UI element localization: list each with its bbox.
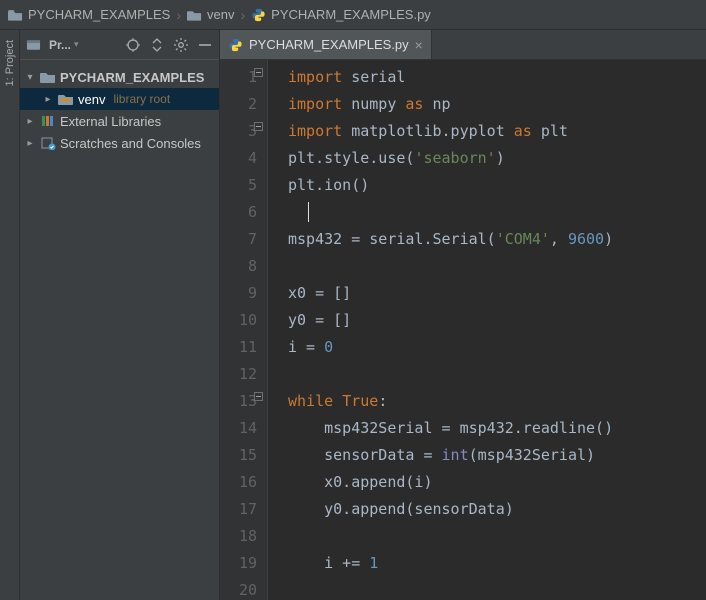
code-line xyxy=(288,523,706,550)
project-icon xyxy=(26,38,41,52)
line-number: 6 xyxy=(220,199,257,226)
code-line: import matplotlib.pyplot as plt xyxy=(288,118,706,145)
line-number: 10 xyxy=(220,307,257,334)
editor-tab-active[interactable]: PYCHARM_EXAMPLES.py × xyxy=(220,30,432,59)
line-number: 19 xyxy=(220,550,257,577)
breadcrumb-file[interactable]: PYCHARM_EXAMPLES.py xyxy=(251,7,431,22)
line-number: 15 xyxy=(220,442,257,469)
breadcrumb-file-label: PYCHARM_EXAMPLES.py xyxy=(271,7,431,22)
code-line: msp432 = serial.Serial('COM4', 9600) xyxy=(288,226,706,253)
code-line: y0.append(sensorData) xyxy=(288,496,706,523)
line-number: 9 xyxy=(220,280,257,307)
code-line: x0.append(i) xyxy=(288,469,706,496)
project-view-title: Pr... xyxy=(49,38,71,52)
breadcrumb-bar: PYCHARM_EXAMPLES › venv › PYCHARM_EXAMPL… xyxy=(0,0,706,30)
locate-icon[interactable] xyxy=(125,37,141,53)
tree-scratches-label: Scratches and Consoles xyxy=(60,136,201,151)
expand-arrow-icon[interactable]: ▸ xyxy=(24,138,36,149)
folder-icon xyxy=(187,8,202,22)
tree-venv-hint: library root xyxy=(113,92,170,106)
python-file-icon xyxy=(251,8,266,22)
code-line: plt.style.use('seaborn') xyxy=(288,145,706,172)
line-number: 14 xyxy=(220,415,257,442)
scratches-icon xyxy=(40,136,56,150)
project-panel-toolbar: Pr... ▾ xyxy=(20,30,219,60)
tree-root[interactable]: ▾ PYCHARM_EXAMPLES xyxy=(20,66,219,88)
expand-all-icon[interactable] xyxy=(149,37,165,53)
code-line: x0 = [] xyxy=(288,280,706,307)
breadcrumb-folder[interactable]: venv xyxy=(187,7,234,22)
breadcrumb-root-label: PYCHARM_EXAMPLES xyxy=(28,7,170,22)
code-line: i += 1 xyxy=(288,550,706,577)
project-view-selector[interactable]: Pr... ▾ xyxy=(49,38,79,52)
line-number: 5 xyxy=(220,172,257,199)
code-line: msp432Serial = msp432.readline() xyxy=(288,415,706,442)
editor-body[interactable]: 1 2 3 4 5 6 7 8 9 10 11 12 13 14 15 16 1 xyxy=(220,60,706,600)
line-number: 7 xyxy=(220,226,257,253)
line-number: 16 xyxy=(220,469,257,496)
text-cursor xyxy=(308,202,309,222)
chevron-down-icon: ▾ xyxy=(74,39,79,50)
code-line xyxy=(288,577,706,600)
line-number-gutter: 1 2 3 4 5 6 7 8 9 10 11 12 13 14 15 16 1 xyxy=(220,60,268,600)
code-line: import numpy as np xyxy=(288,91,706,118)
line-number: 3 xyxy=(220,118,257,145)
expand-arrow-icon[interactable]: ▸ xyxy=(24,116,36,127)
code-line: y0 = [] xyxy=(288,307,706,334)
tree-root-label: PYCHARM_EXAMPLES xyxy=(60,70,204,85)
code-line xyxy=(288,253,706,280)
code-line: import serial xyxy=(288,64,706,91)
tree-external-libs[interactable]: ▸ External Libraries xyxy=(20,110,219,132)
editor-tabs: PYCHARM_EXAMPLES.py × xyxy=(220,30,706,60)
breadcrumb-root[interactable]: PYCHARM_EXAMPLES xyxy=(8,7,170,22)
tree-venv-label: venv xyxy=(78,92,105,107)
editor-tab-label: PYCHARM_EXAMPLES.py xyxy=(249,37,409,52)
line-number: 12 xyxy=(220,361,257,388)
fold-toggle-icon[interactable] xyxy=(254,122,263,131)
line-number: 8 xyxy=(220,253,257,280)
line-number: 11 xyxy=(220,334,257,361)
line-number: 20 xyxy=(220,577,257,600)
chevron-right-icon: › xyxy=(240,7,245,23)
folder-icon xyxy=(8,8,23,22)
close-icon[interactable]: × xyxy=(415,38,423,52)
code-line xyxy=(288,199,706,226)
project-panel: Pr... ▾ ▾ xyxy=(20,30,220,600)
line-number: 4 xyxy=(220,145,257,172)
project-tree: ▾ PYCHARM_EXAMPLES ▸ venv library root ▸ xyxy=(20,60,219,160)
line-number: 1 xyxy=(220,64,257,91)
code-line: i = 0 xyxy=(288,334,706,361)
line-number: 13 xyxy=(220,388,257,415)
fold-toggle-icon[interactable] xyxy=(254,392,263,401)
python-file-icon xyxy=(228,38,243,52)
tree-extlibs-label: External Libraries xyxy=(60,114,161,129)
project-tool-tab[interactable]: 1: Project xyxy=(4,36,16,90)
tree-scratches[interactable]: ▸ Scratches and Consoles xyxy=(20,132,219,154)
library-folder-icon xyxy=(58,92,74,106)
folder-icon xyxy=(40,70,56,84)
external-libraries-icon xyxy=(40,114,56,128)
editor-area: PYCHARM_EXAMPLES.py × 1 2 3 4 5 6 7 8 9 … xyxy=(220,30,706,600)
line-number: 18 xyxy=(220,523,257,550)
line-number: 2 xyxy=(220,91,257,118)
code-line xyxy=(288,361,706,388)
tree-venv[interactable]: ▸ venv library root xyxy=(20,88,219,110)
breadcrumb-folder-label: venv xyxy=(207,7,234,22)
tool-window-strip: 1: Project xyxy=(0,30,20,600)
hide-icon[interactable] xyxy=(197,37,213,53)
code-line: sensorData = int(msp432Serial) xyxy=(288,442,706,469)
fold-toggle-icon[interactable] xyxy=(254,68,263,77)
code-line: plt.ion() xyxy=(288,172,706,199)
chevron-right-icon: › xyxy=(176,7,181,23)
code-content[interactable]: import serial import numpy as np import … xyxy=(268,60,706,600)
collapse-arrow-icon[interactable]: ▾ xyxy=(24,72,36,83)
line-number: 17 xyxy=(220,496,257,523)
expand-arrow-icon[interactable]: ▸ xyxy=(42,94,54,105)
gear-icon[interactable] xyxy=(173,37,189,53)
code-line: while True: xyxy=(288,388,706,415)
